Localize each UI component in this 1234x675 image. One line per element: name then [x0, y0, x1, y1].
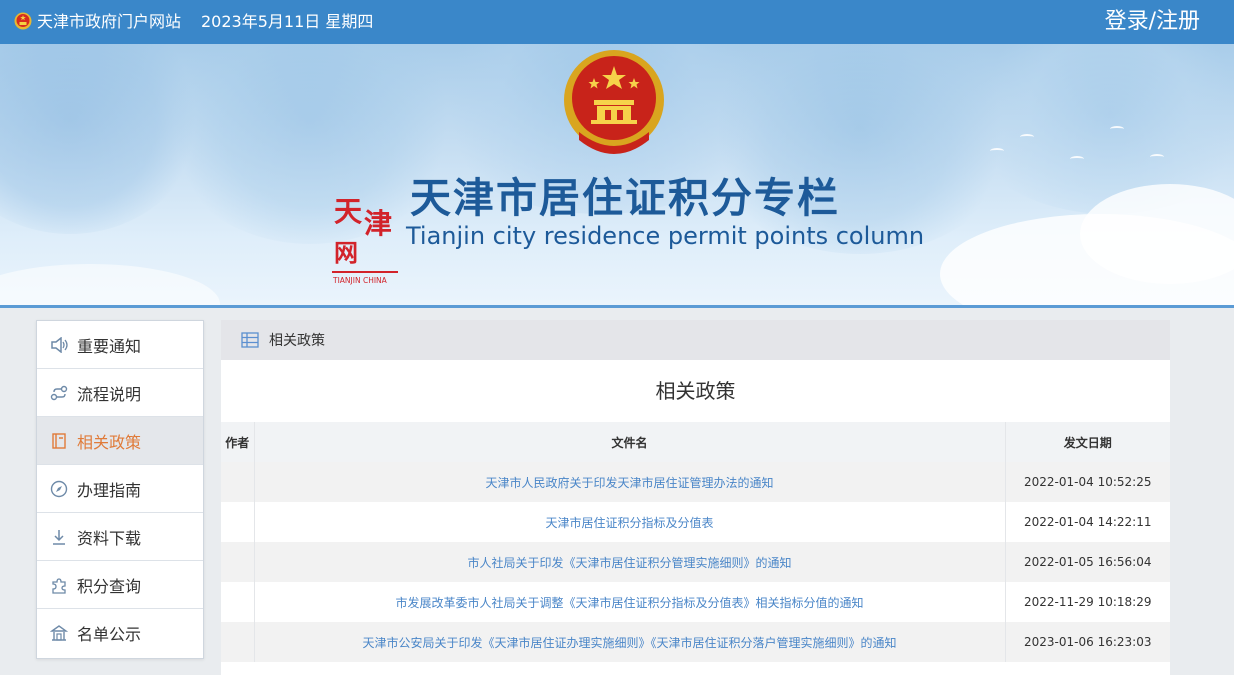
decor-bird: [1150, 154, 1164, 160]
svg-text:TIANJIN CHINA: TIANJIN CHINA: [332, 276, 388, 285]
cell-document: 市发展改革委市人社局关于调整《天津市居住证积分指标及分值表》相关指标分值的通知: [254, 582, 1006, 622]
cell-document: 天津市居住证积分指标及分值表: [254, 502, 1006, 542]
policy-table: 作者 文件名 发文日期 天津市人民政府关于印发天津市居住证管理办法的通知 202…: [221, 422, 1170, 662]
table-header-row: 作者 文件名 发文日期: [221, 422, 1170, 462]
sidebar-item-public-list[interactable]: 名单公示: [37, 609, 203, 657]
sidebar-item-label: 重要通知: [77, 336, 142, 356]
book-icon: [49, 431, 69, 451]
current-date: 2023年5月11日 星期四: [201, 12, 374, 31]
cell-author: [221, 542, 255, 582]
cell-date: 2022-11-29 10:18:29: [1005, 582, 1170, 622]
table-row: 市人社局关于印发《天津市居住证积分管理实施细则》的通知 2022-01-05 1…: [221, 542, 1170, 582]
document-link[interactable]: 市发展改革委市人社局关于调整《天津市居住证积分指标及分值表》相关指标分值的通知: [395, 596, 863, 610]
login-register-link[interactable]: 登录/注册: [1105, 8, 1200, 36]
cell-date: 2023-01-06 16:23:03: [1005, 622, 1170, 662]
cell-date: 2022-01-04 10:52:25: [1005, 462, 1170, 502]
tianjin-logo-icon: 天 津 网 TIANJIN CHINA: [332, 195, 398, 285]
document-link[interactable]: 天津市居住证积分指标及分值表: [545, 516, 713, 530]
cell-date: 2022-01-04 14:22:11: [1005, 502, 1170, 542]
svg-text:天: 天: [334, 195, 362, 228]
sidebar-item-label: 办理指南: [77, 480, 142, 500]
policy-panel: 相关政策 相关政策 作者 文件名 发文日期 天津市人民政府关于印发天津市居住证管…: [221, 320, 1170, 675]
cell-date: 2022-01-05 16:56:04: [1005, 542, 1170, 582]
document-link[interactable]: 天津市人民政府关于印发天津市居住证管理办法的通知: [485, 476, 773, 490]
sidebar-item-guide[interactable]: 办理指南: [37, 465, 203, 513]
sidebar-item-policies[interactable]: 相关政策: [37, 417, 203, 465]
table-row: 市发展改革委市人社局关于调整《天津市居住证积分指标及分值表》相关指标分值的通知 …: [221, 582, 1170, 622]
cell-author: [221, 502, 255, 542]
compass-icon: [49, 479, 69, 499]
download-icon: [49, 527, 69, 547]
breadcrumb-label: 相关政策: [269, 333, 325, 349]
banner-divider: [0, 305, 1234, 308]
page-title: 相关政策: [655, 379, 736, 403]
cell-document: 天津市人民政府关于印发天津市居住证管理办法的通知: [254, 462, 1006, 502]
cell-document: 市人社局关于印发《天津市居住证积分管理实施细则》的通知: [254, 542, 1006, 582]
document-link[interactable]: 市人社局关于印发《天津市居住证积分管理实施细则》的通知: [467, 556, 791, 570]
banner-title: 天津市居住证积分专栏: [410, 174, 840, 222]
cell-author: [221, 462, 255, 502]
sidebar-item-notices[interactable]: 重要通知: [37, 321, 203, 369]
list-icon: [241, 332, 259, 348]
column-header-date: 发文日期: [1005, 422, 1170, 462]
cell-author: [221, 622, 255, 662]
sidebar-item-label: 名单公示: [77, 625, 142, 644]
top-bar: 天津市政府门户网站 2023年5月11日 星期四 登录/注册: [0, 0, 1234, 44]
speaker-icon: [49, 335, 69, 355]
site-name[interactable]: 天津市政府门户网站: [37, 12, 181, 32]
flow-icon: [49, 383, 69, 403]
national-emblem-icon: [14, 12, 32, 30]
document-link[interactable]: 天津市公安局关于印发《天津市居住证办理实施细则》《天津市居住证积分落户管理实施细…: [362, 636, 896, 650]
table-row: 天津市公安局关于印发《天津市居住证办理实施细则》《天津市居住证积分落户管理实施细…: [221, 622, 1170, 662]
sidebar-item-points-query[interactable]: 积分查询: [37, 561, 203, 609]
table-row: 天津市人民政府关于印发天津市居住证管理办法的通知 2022-01-04 10:5…: [221, 462, 1170, 502]
sidebar-item-label: 流程说明: [77, 384, 142, 404]
sidebar-item-label: 资料下载: [77, 528, 142, 548]
building-icon: [49, 623, 69, 643]
cell-document: 天津市公安局关于印发《天津市居住证办理实施细则》《天津市居住证积分落户管理实施细…: [254, 622, 1006, 662]
svg-text:津: 津: [364, 207, 392, 240]
decor-cloud: [0, 264, 220, 305]
breadcrumb: 相关政策: [221, 320, 1170, 360]
sidebar-nav: 重要通知 流程说明 相关政策 办理指南 资料下载 积分查询 名单公示: [36, 320, 204, 659]
decor-bird: [1070, 156, 1084, 162]
column-header-document: 文件名: [254, 422, 1006, 462]
sidebar-item-label: 积分查询: [77, 576, 142, 596]
cell-author: [221, 582, 255, 622]
decor-bird: [1110, 126, 1124, 132]
sidebar-item-downloads[interactable]: 资料下载: [37, 513, 203, 561]
column-header-author: 作者: [221, 422, 255, 462]
puzzle-icon: [49, 575, 69, 595]
national-emblem-icon: [564, 50, 664, 154]
banner: 天 津 网 TIANJIN CHINA 天津市居住证积分专栏 Tianjin c…: [0, 44, 1234, 305]
banner-subtitle: Tianjin city residence permit points col…: [406, 222, 925, 250]
decor-bird: [1020, 134, 1034, 140]
sidebar-item-label: 相关政策: [77, 432, 142, 452]
decor-bird: [990, 148, 1004, 154]
sidebar-item-process[interactable]: 流程说明: [37, 369, 203, 417]
svg-text:网: 网: [334, 239, 358, 267]
table-row: 天津市居住证积分指标及分值表 2022-01-04 14:22:11: [221, 502, 1170, 542]
